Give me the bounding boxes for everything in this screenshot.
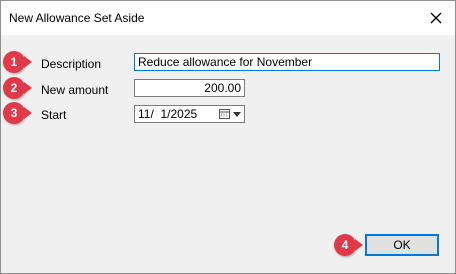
callout-badge-4: 4 xyxy=(334,234,356,256)
description-input[interactable]: Reduce allowance for November xyxy=(134,53,440,71)
title-bar: New Allowance Set Aside xyxy=(1,1,455,35)
ok-button[interactable]: OK xyxy=(365,234,439,256)
close-icon[interactable] xyxy=(425,7,447,29)
callout-pointer-1 xyxy=(24,56,32,68)
description-label: Description xyxy=(41,57,102,71)
start-date-value: 11/ 1/2025 xyxy=(138,106,198,121)
calendar-icon[interactable] xyxy=(219,109,230,119)
callout-badge-2: 2 xyxy=(3,77,25,99)
callout-badge-1: 1 xyxy=(3,51,25,73)
start-date-picker[interactable]: 11/ 1/2025 xyxy=(134,105,245,123)
dialog-window: New Allowance Set Aside Description Redu… xyxy=(0,0,456,274)
callout-badge-3: 3 xyxy=(3,102,25,124)
amount-label: New amount xyxy=(41,83,109,97)
callout-pointer-2 xyxy=(24,82,32,94)
chevron-down-icon[interactable] xyxy=(233,111,241,117)
start-label: Start xyxy=(41,108,67,122)
callout-pointer-3 xyxy=(24,107,32,119)
callout-pointer-4 xyxy=(355,239,363,251)
dialog-title: New Allowance Set Aside xyxy=(9,11,145,25)
amount-input[interactable]: 200.00 xyxy=(134,79,245,97)
